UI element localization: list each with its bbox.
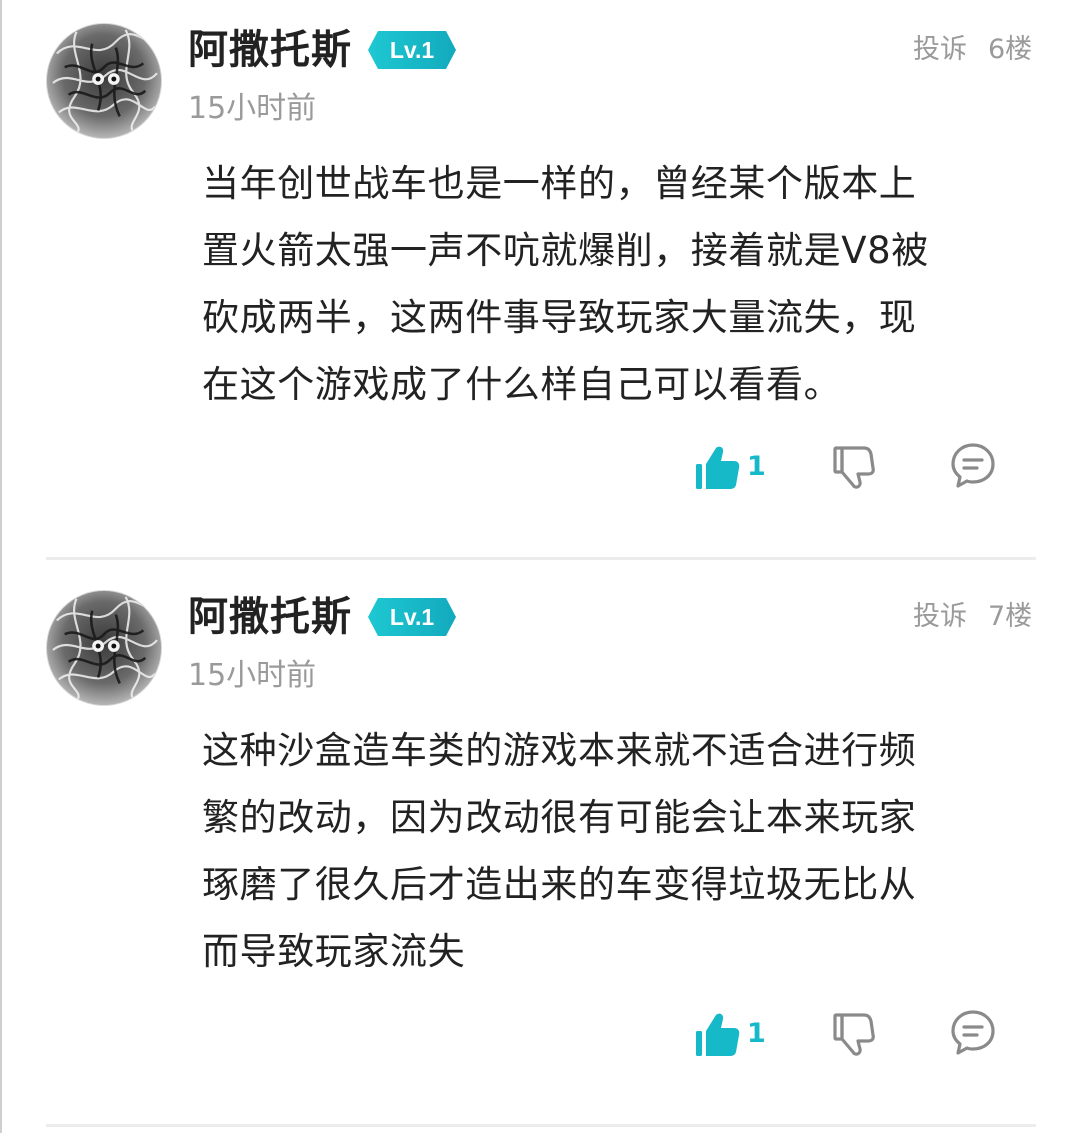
comment-text-line: 繁的改动，因为改动很有可能会让本来玩家: [202, 796, 917, 839]
comment-bubble-icon: [951, 1010, 995, 1055]
comment-text-line: 这种沙盒造车类的游戏本来就不适合进行频: [202, 729, 917, 772]
like-count: 1: [747, 451, 766, 482]
level-badge: Lv.1: [368, 31, 456, 69]
reply-button[interactable]: [948, 1007, 1002, 1063]
comment-bubble-icon: [951, 443, 995, 488]
avatar[interactable]: [46, 590, 162, 706]
comment-item: 阿撒托斯 Lv.1 15小时前 投诉 6楼 当年创世战车也是一样的，曾经某个版本…: [0, 0, 1080, 567]
dislike-button[interactable]: [828, 440, 882, 496]
floor-number: 6楼: [988, 34, 1033, 65]
comment-text: 这种沙盒造车类的游戏本来就不适合进行频 繁的改动，因为改动很有可能会让本来玩家 …: [202, 717, 1014, 985]
report-button[interactable]: 投诉: [913, 600, 967, 634]
level-label: Lv.1: [389, 37, 435, 63]
username[interactable]: 阿撒托斯: [188, 26, 352, 74]
avatar[interactable]: [46, 23, 162, 139]
divider: [46, 557, 1036, 560]
dislike-button[interactable]: [828, 1007, 882, 1063]
thumbs-up-icon: [696, 1013, 740, 1056]
comment-text-line: 而导致玩家流失: [202, 930, 466, 973]
like-count: 1: [747, 1018, 766, 1049]
comment-text: 当年创世战车也是一样的，曾经某个版本上 置火箭太强一声不吭就爆削，接着就是V8被…: [202, 150, 1014, 418]
thumbs-down-icon: [833, 446, 875, 489]
comment-time: 15小时前: [188, 658, 317, 693]
avatar-image: [47, 24, 161, 138]
comment-text-line: 置火箭太强一声不吭就爆削，接着就是V8被: [202, 229, 929, 272]
comment-text-line: 当年创世战车也是一样的，曾经某个版本上: [202, 162, 917, 205]
divider: [46, 1124, 1036, 1127]
level-label: Lv.1: [389, 604, 435, 630]
comment-text-line: 在这个游戏成了什么样自己可以看看。: [202, 363, 842, 406]
floor-number: 7楼: [988, 601, 1033, 632]
avatar-image: [47, 591, 161, 705]
username[interactable]: 阿撒托斯: [188, 593, 352, 641]
like-button[interactable]: 1: [690, 1007, 770, 1063]
reply-button[interactable]: [948, 440, 1002, 496]
comment-item: 阿撒托斯 Lv.1 15小时前 投诉 7楼 这种沙盒造车类的游戏本来就不适合进行…: [0, 567, 1080, 1134]
comment-text-line: 砍成两半，这两件事导致玩家大量流失，现: [202, 296, 917, 339]
thumbs-up-icon: [696, 446, 740, 489]
comment-text-line: 琢磨了很久后才造出来的车变得垃圾无比从: [202, 863, 917, 906]
level-badge: Lv.1: [368, 598, 456, 636]
report-button[interactable]: 投诉: [913, 33, 967, 67]
comment-time: 15小时前: [188, 91, 317, 126]
thumbs-down-icon: [833, 1013, 875, 1056]
like-button[interactable]: 1: [690, 440, 770, 496]
